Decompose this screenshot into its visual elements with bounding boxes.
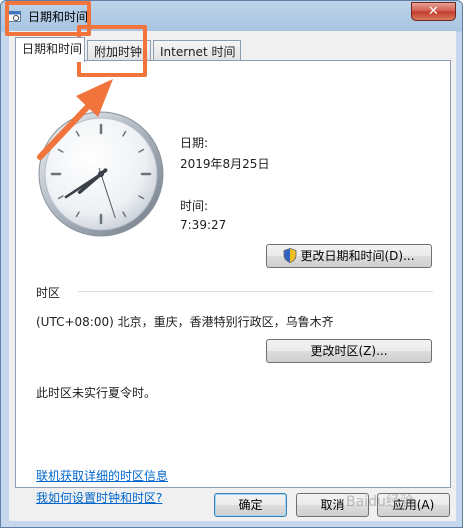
analog-clock [38, 111, 164, 237]
how-to-link[interactable]: 我如何设置时钟和时区? [36, 489, 162, 506]
timezone-separator [78, 291, 433, 292]
timezone-info-link[interactable]: 联机获取详细的时区信息 [36, 467, 168, 484]
date-time-dialog: 日期和时间 ✕ 日期和时间 附加时钟 Internet 时间 日期: 2019年… [0, 0, 463, 528]
time-value: 7:39:27 [180, 218, 227, 232]
tab-panel-date-time: 日期: 2019年8月25日 时间: 7:39:27 更改日期和时间(D)...… [15, 60, 451, 505]
tab-date-time[interactable]: 日期和时间 [15, 37, 85, 62]
close-icon: ✕ [428, 4, 439, 19]
date-label: 日期: [180, 136, 209, 150]
tab-highlight-box [77, 25, 147, 77]
tab-internet-time[interactable]: Internet 时间 [153, 40, 241, 60]
ok-button[interactable]: 确定 [214, 493, 287, 517]
current-timezone: (UTC+08:00) 北京，重庆，香港特别行政区，乌鲁木齐 [36, 315, 334, 329]
uac-shield-icon [284, 248, 297, 263]
dst-note: 此时区未实行夏令时。 [36, 386, 157, 400]
timezone-header: 时区 [36, 286, 61, 300]
close-button[interactable]: ✕ [411, 2, 456, 21]
dialog-client-area: 日期和时间 附加时钟 Internet 时间 日期: 2019年8月25日 时间… [9, 31, 456, 521]
time-label: 时间: [180, 199, 209, 213]
clock-hub [98, 171, 104, 177]
change-date-time-label: 更改日期和时间(D)... [300, 249, 415, 263]
watermark: Baidu经验 [346, 494, 414, 510]
change-timezone-button[interactable]: 更改时区(Z)... [266, 339, 432, 363]
date-value: 2019年8月25日 [180, 157, 270, 171]
change-date-time-button[interactable]: 更改日期和时间(D)... [266, 244, 432, 268]
